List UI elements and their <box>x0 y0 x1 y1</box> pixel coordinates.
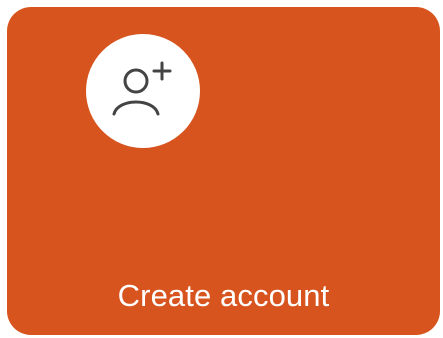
add-user-icon-badge <box>86 34 200 148</box>
create-account-label: Create account <box>117 278 330 313</box>
add-user-icon <box>112 61 172 116</box>
create-account-tile[interactable]: Create account <box>7 7 440 335</box>
